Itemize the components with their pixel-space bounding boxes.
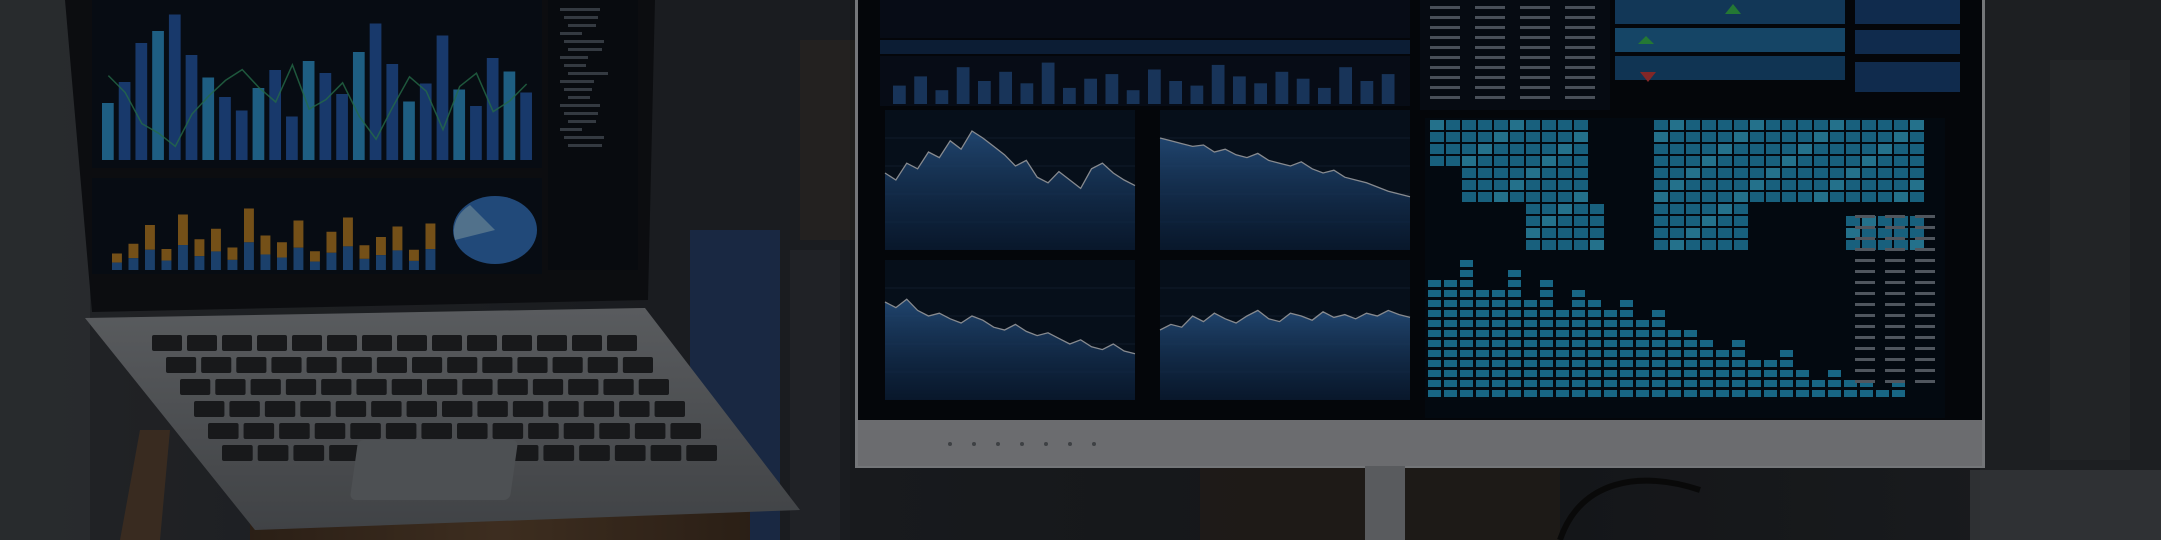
background-photo xyxy=(0,0,2161,540)
photo-illustration xyxy=(0,0,2161,540)
dark-overlay xyxy=(0,0,2161,540)
